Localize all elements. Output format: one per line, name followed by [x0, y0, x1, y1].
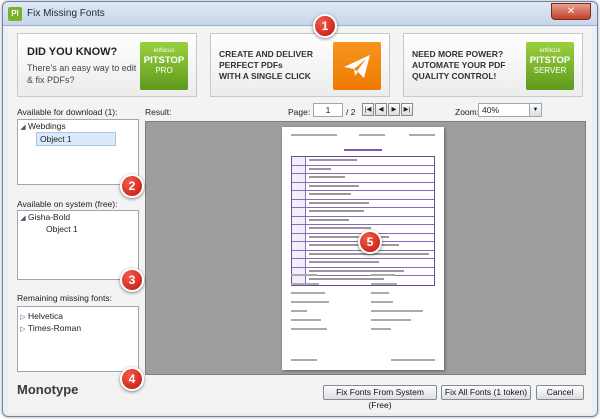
prev-page-button[interactable]: ◀: [375, 103, 387, 116]
cancel-button[interactable]: Cancel: [536, 385, 584, 400]
pitstop-server-logo: enfocus PITSTOP SERVER: [526, 42, 574, 90]
callout-marker-5: 5: [358, 230, 382, 254]
fix-all-fonts-button[interactable]: Fix All Fonts (1 token): [441, 385, 531, 400]
missing-font-list[interactable]: ▷ Helvetica ▷ Times-Roman: [17, 306, 139, 372]
callout-marker-1: 1: [313, 14, 337, 38]
zoom-label: Zoom:: [455, 107, 480, 117]
download-font-list[interactable]: ◢ Webdings Object 1: [17, 119, 139, 185]
banner-text: CREATE AND DELIVER PERFECT PDFs WITH A S…: [219, 49, 313, 81]
system-label: Available on system (free):: [17, 199, 118, 209]
page-total: / 2: [346, 107, 356, 117]
send-icon: [333, 42, 381, 90]
callout-marker-4: 4: [120, 367, 144, 391]
fix-fonts-from-system-button[interactable]: Fix Fonts From System (Free): [323, 385, 437, 410]
page-number-input[interactable]: 1: [313, 103, 343, 117]
banner-create-deliver[interactable]: CREATE AND DELIVER PERFECT PDFs WITH A S…: [210, 33, 390, 97]
next-page-button[interactable]: ▶: [388, 103, 400, 116]
dialog-body: DID YOU KNOW? There's an easy way to edi…: [8, 14, 592, 413]
banner-text: NEED MORE POWER? AUTOMATE YOUR PDF QUALI…: [412, 49, 506, 81]
fix-missing-fonts-window: PI Fix Missing Fonts ✕ DID YOU KNOW? The…: [2, 1, 598, 417]
app-icon: PI: [8, 7, 22, 21]
page-label: Page:: [288, 107, 311, 117]
collapse-arrow-icon[interactable]: ◢: [18, 213, 28, 225]
first-page-button[interactable]: |◀: [362, 103, 374, 116]
zoom-select[interactable]: 40% ▼: [478, 103, 542, 117]
pitstop-pro-logo: enfocus PITSTOP PRO: [140, 42, 188, 90]
banner-text: There's an easy way to edit & fix PDFs?: [27, 63, 137, 85]
doc-header: [291, 133, 435, 139]
close-button[interactable]: ✕: [551, 3, 591, 20]
system-font-list[interactable]: ◢ Gisha-Bold Object 1: [17, 210, 139, 280]
title-bar: PI Fix Missing Fonts ✕: [3, 2, 597, 26]
banner-did-you-know[interactable]: DID YOU KNOW? There's an easy way to edi…: [17, 33, 197, 97]
missing-label: Remaining missing fonts:: [17, 293, 112, 303]
tree-item-font[interactable]: ◢ Gisha-Bold: [18, 211, 138, 223]
tree-item-font[interactable]: ▷ Times-Roman: [18, 322, 138, 334]
expand-arrow-icon[interactable]: ▷: [18, 324, 28, 336]
monotype-brand: Monotype: [17, 382, 79, 397]
tree-item-object[interactable]: Object 1: [18, 132, 138, 146]
chevron-down-icon[interactable]: ▼: [529, 104, 541, 116]
banner-headline: DID YOU KNOW?: [27, 46, 118, 58]
tree-item-font[interactable]: ◢ Webdings: [18, 120, 138, 132]
callout-marker-3: 3: [120, 268, 144, 292]
tree-item-object[interactable]: Object 1: [18, 223, 138, 235]
doc-table: [291, 156, 435, 286]
result-label: Result:: [145, 107, 172, 117]
banner-need-more-power[interactable]: NEED MORE POWER? AUTOMATE YOUR PDF QUALI…: [403, 33, 583, 97]
tree-item-font[interactable]: ▷ Helvetica: [18, 310, 138, 322]
last-page-button[interactable]: ▶|: [401, 103, 413, 116]
callout-marker-2: 2: [120, 174, 144, 198]
download-label: Available for download (1):: [17, 107, 118, 117]
window-title: Fix Missing Fonts: [27, 8, 105, 19]
doc-footer: [291, 359, 435, 362]
